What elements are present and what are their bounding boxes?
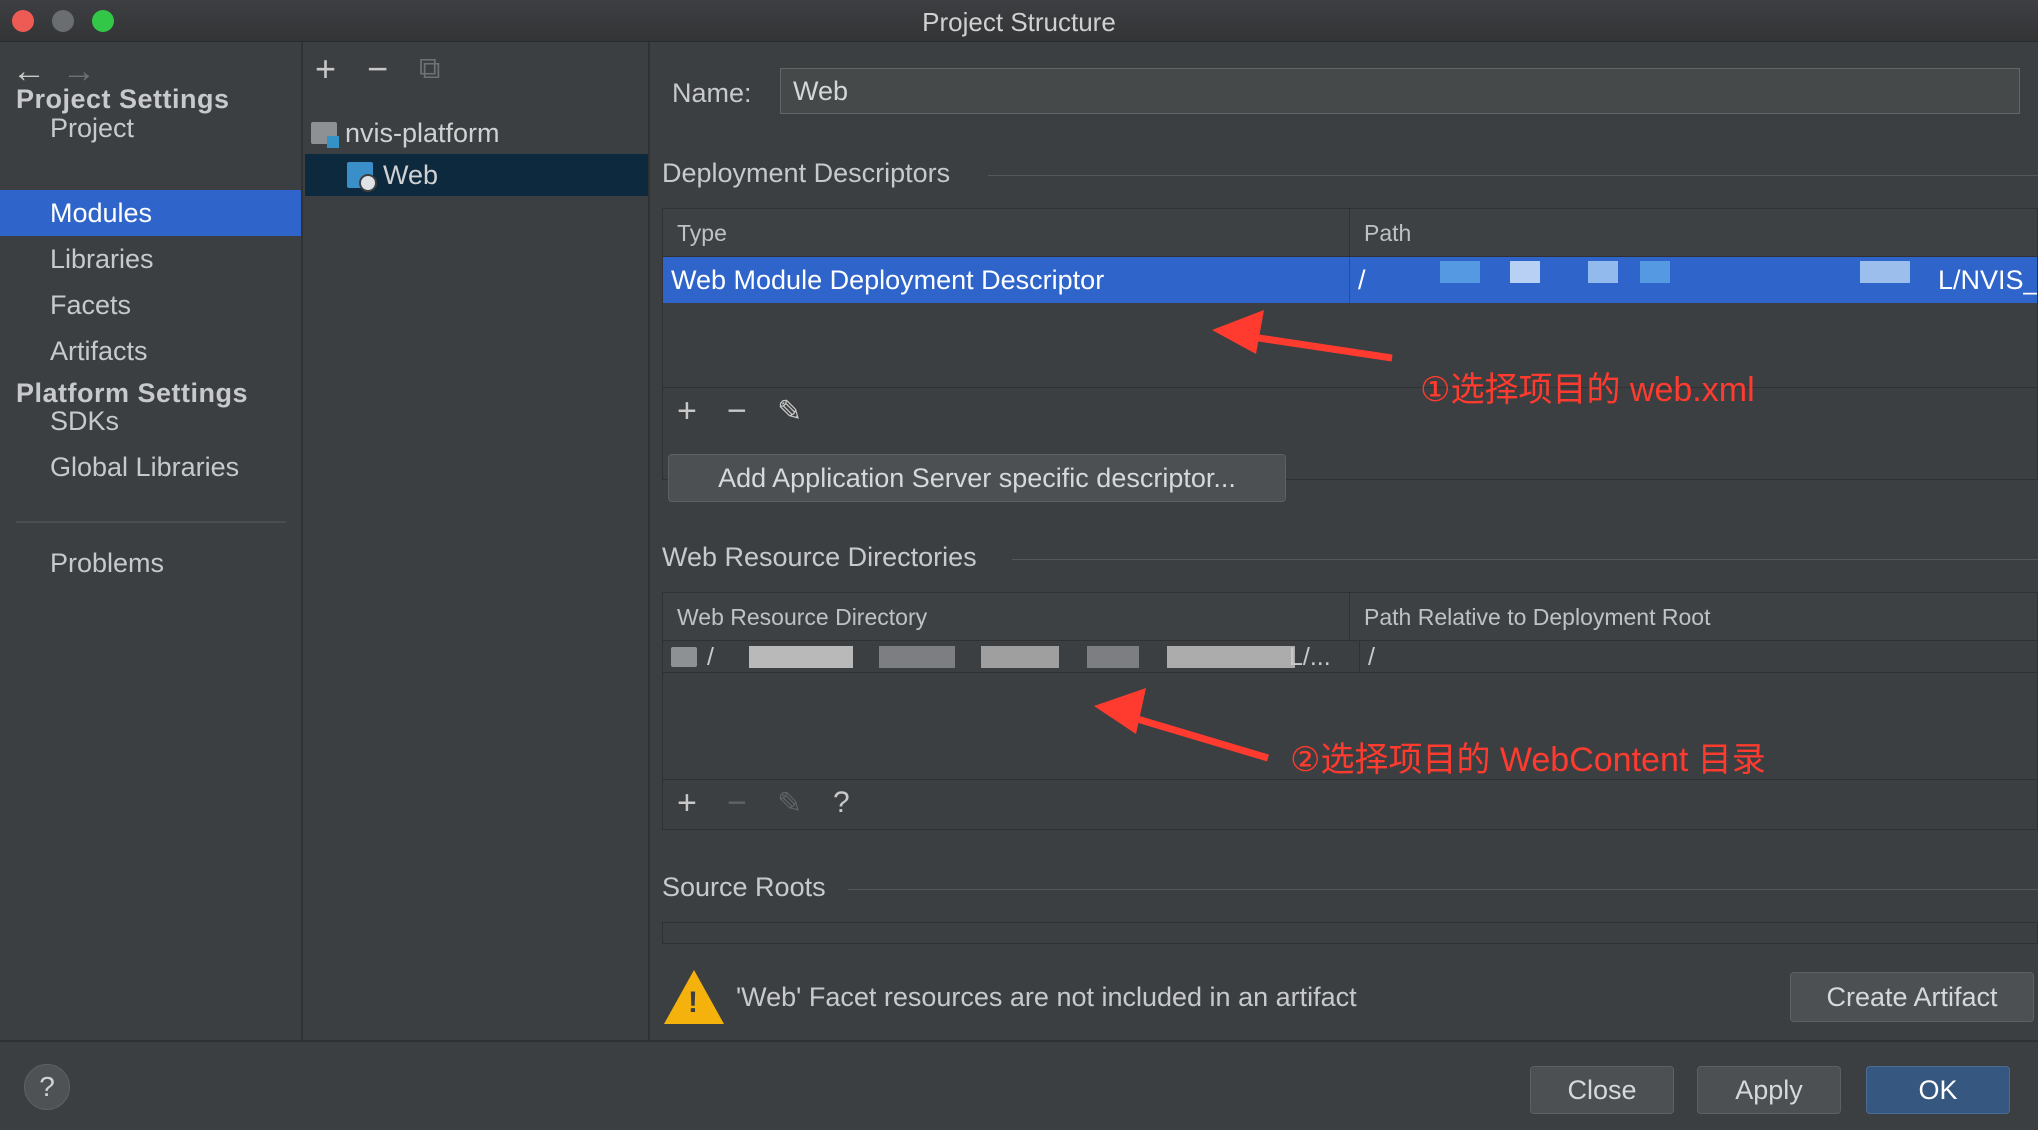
help-question-icon[interactable]: ? (833, 786, 850, 820)
redacted-path-segment (749, 646, 853, 668)
edit-pencil-icon[interactable]: ✎ (777, 394, 802, 429)
column-header-web-resource-directory[interactable]: Web Resource Directory (663, 593, 1349, 641)
web-facet-icon (347, 162, 377, 192)
add-icon[interactable]: + (677, 784, 697, 823)
source-roots-title: Source Roots (662, 872, 826, 902)
annotation-overlay (1094, 310, 1393, 762)
add-server-descriptor-button[interactable]: Add Application Server specific descript… (668, 454, 1286, 502)
name-label: Name: (672, 78, 752, 108)
redacted-path-segment (1440, 261, 1480, 283)
sidebar-divider (16, 521, 286, 523)
warning-message: 'Web' Facet resources are not included i… (736, 982, 1357, 1012)
sidebar-item-libraries[interactable]: Libraries (0, 236, 301, 282)
descriptor-type-cell: Web Module Deployment Descriptor (671, 265, 1105, 295)
close-button[interactable]: Close (1530, 1066, 1674, 1114)
redacted-path-segment (1087, 646, 1139, 668)
sidebar-item-modules[interactable]: Modules (0, 190, 301, 236)
module-folder-icon (311, 122, 339, 148)
group-divider (1012, 559, 2038, 560)
sidebar-item-sdks[interactable]: SDKs (0, 398, 301, 444)
redacted-path-segment (879, 646, 955, 668)
tree-node-label: nvis-platform (345, 118, 500, 148)
deployment-descriptors-title: Deployment Descriptors (662, 158, 951, 188)
redacted-path-segment (1510, 261, 1540, 283)
tree-node-nvis-platform[interactable]: nvis-platform (305, 112, 648, 154)
relative-path-cell: / (1359, 641, 1375, 673)
help-icon[interactable]: ? (24, 1064, 70, 1110)
web-resource-toolbar: + − ✎ ? (663, 779, 2037, 829)
deployment-toolbar: + − ✎ (663, 387, 2037, 437)
tree-node-web[interactable]: Web (305, 154, 648, 196)
window-title: Project Structure (922, 7, 1116, 37)
annotation-text-2: ②选择项目的 WebContent 目录 (1290, 741, 1766, 779)
path-suffix: L/NVIS_ (1938, 265, 2037, 295)
warning-exclamation: ! (688, 986, 698, 1019)
copy-module-icon[interactable]: ⧉ (419, 52, 440, 86)
annotation-text-1: ①选择项目的 web.xml (1420, 371, 1755, 409)
group-divider (848, 889, 2038, 890)
table-row[interactable]: / L/... / (663, 641, 2037, 673)
deployment-descriptors-table: Type Path Web Module Deployment Descript… (662, 208, 2038, 480)
redacted-path-segment (1167, 646, 1295, 668)
redacted-path-segment (1588, 261, 1618, 283)
remove-icon[interactable]: − (727, 784, 747, 823)
ok-button[interactable]: OK (1866, 1066, 2010, 1114)
column-header-type[interactable]: Type (663, 209, 1349, 257)
table-row[interactable]: Web Module Deployment Descriptor / L/NVI… (663, 257, 2037, 303)
remove-module-icon[interactable]: − (367, 48, 388, 90)
path-prefix: / (1358, 265, 1366, 295)
module-tree-panel: + − ⧉ nvis-platform Web (305, 42, 650, 1040)
edit-pencil-icon[interactable]: ✎ (777, 786, 802, 821)
web-resource-table: Web Resource Directory Path Relative to … (662, 592, 2038, 830)
column-header-relative-path[interactable]: Path Relative to Deployment Root (1349, 593, 2037, 641)
redacted-path-segment (981, 646, 1059, 668)
group-divider (988, 175, 2038, 176)
name-input[interactable]: Web (780, 68, 2020, 114)
dir-prefix: / (707, 643, 714, 671)
facet-settings-panel: Name: Web Deployment Descriptors Type Pa… (652, 42, 2038, 1040)
dialog-footer: ? Close Apply OK (0, 1040, 2038, 1130)
title-bar: Project Structure (0, 0, 2038, 42)
descriptor-path-cell: / L/NVIS_ (1349, 257, 2037, 303)
sidebar-item-project[interactable]: Project (0, 105, 301, 151)
tree-node-label: Web (383, 160, 439, 190)
remove-icon[interactable]: − (727, 392, 747, 431)
web-resource-directories-title: Web Resource Directories (662, 542, 977, 572)
sidebar-item-artifacts[interactable]: Artifacts (0, 328, 301, 374)
source-roots-list[interactable] (662, 922, 2038, 944)
sidebar-item-facets[interactable]: Facets (0, 282, 301, 328)
settings-sidebar: ← → Project Settings Project Modules Lib… (0, 42, 303, 1040)
create-artifact-button[interactable]: Create Artifact (1790, 972, 2034, 1022)
add-module-icon[interactable]: + (315, 48, 336, 90)
sidebar-item-problems[interactable]: Problems (0, 540, 301, 586)
apply-button[interactable]: Apply (1697, 1066, 1841, 1114)
redacted-path-segment (1640, 261, 1670, 283)
add-icon[interactable]: + (677, 392, 697, 431)
resource-folder-icon (671, 647, 697, 667)
column-header-path[interactable]: Path (1349, 209, 2037, 257)
dir-suffix: L/... (1289, 643, 1331, 671)
sidebar-item-global-libraries[interactable]: Global Libraries (0, 444, 301, 490)
redacted-path-segment (1860, 261, 1910, 283)
